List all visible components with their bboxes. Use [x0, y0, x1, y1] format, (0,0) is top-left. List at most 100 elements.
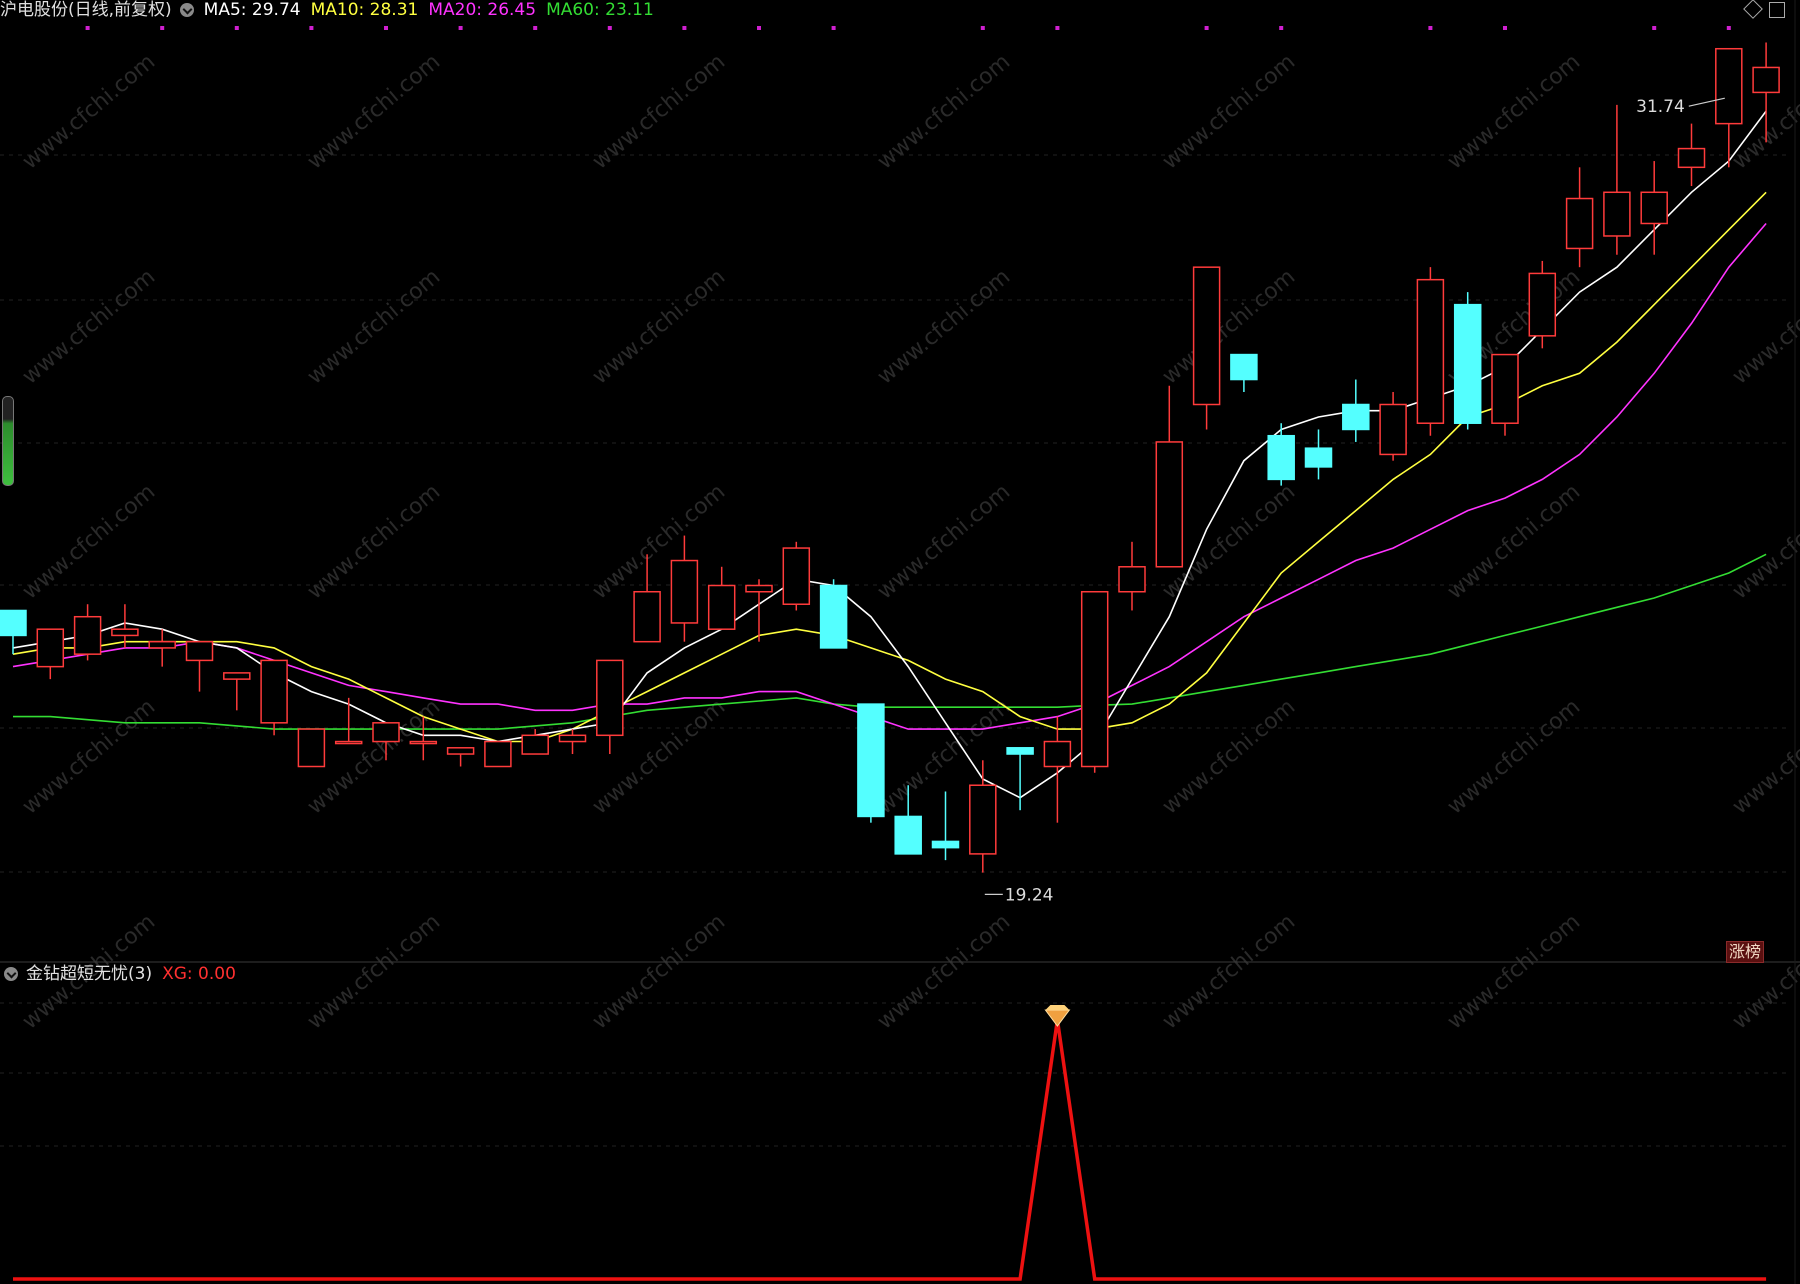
signal-dot — [980, 26, 985, 30]
indicator-panel — [13, 1005, 1767, 1281]
signal-dot — [1503, 26, 1507, 30]
candle — [1080, 590, 1109, 773]
candle-body-up — [1379, 403, 1407, 456]
candle-body-up — [111, 628, 139, 637]
signal-dot — [1428, 26, 1433, 30]
candle-body-down — [894, 815, 922, 855]
watermark-text: www.cfchi.com — [1443, 49, 1585, 174]
indicator-title: 金钻超短无忧(3) — [26, 964, 153, 984]
candle-body-up — [558, 734, 587, 743]
candle — [1416, 267, 1445, 436]
candle-body-up — [1528, 272, 1557, 337]
candle — [1155, 385, 1184, 568]
ma60-label: MA60: 23.11 — [546, 0, 654, 20]
watermark-text: www.cfchi.com — [873, 49, 1015, 174]
candle-body-up — [670, 559, 699, 624]
signal-dot — [458, 26, 463, 30]
watermark-text: www.cfchi.com — [1443, 694, 1585, 819]
candle — [297, 728, 326, 768]
candle-body-up — [633, 590, 661, 643]
candle — [36, 628, 65, 680]
candle-body-up — [297, 728, 326, 768]
signal-dot — [1279, 26, 1284, 30]
diamond-signal-icon — [1044, 1005, 1071, 1027]
candle-body-up — [484, 740, 512, 768]
signal-dot — [757, 26, 761, 30]
signal-dot — [831, 26, 836, 30]
candle-body-down — [819, 584, 848, 649]
candle — [857, 703, 885, 823]
candle — [1043, 716, 1072, 823]
candle-body-up — [446, 747, 475, 755]
candle — [334, 697, 363, 745]
candle — [260, 659, 288, 736]
candle-body-up — [707, 584, 736, 630]
candle-body-down — [857, 703, 885, 818]
signal-dot — [1726, 26, 1731, 30]
annotation-label: 19.24 — [1005, 885, 1054, 905]
candle-body-up — [1752, 66, 1780, 94]
candle-body-up — [596, 659, 624, 737]
xg-label: XG: 0.00 — [162, 964, 236, 984]
watermark-text: www.cfchi.com — [1158, 49, 1300, 174]
watermark-text: www.cfchi.com — [1728, 264, 1800, 389]
signal-dot — [607, 26, 612, 30]
ma20-label: MA20: 26.45 — [428, 0, 537, 20]
signal-dot — [682, 26, 687, 30]
watermark-text: www.cfchi.com — [1728, 479, 1800, 604]
candle-body-up — [1677, 147, 1706, 169]
watermark-text: www.cfchi.com — [1728, 694, 1800, 819]
candle-body-up — [969, 784, 997, 855]
watermark-text: www.cfchi.com — [18, 264, 160, 389]
vertical-scroll-indicator[interactable] — [2, 396, 14, 486]
settings-toggle-icon[interactable] — [179, 3, 194, 17]
candle-body-up — [782, 547, 811, 605]
candle-body-down — [1304, 447, 1333, 468]
candle — [1304, 429, 1333, 480]
signal-dot — [384, 26, 388, 30]
candle-body-up — [334, 740, 363, 745]
stock-chart: www.cfchi.com www.cfchi.com www.cfchi.com w… — [0, 0, 1800, 1284]
candle — [1006, 747, 1034, 811]
candle — [782, 541, 811, 611]
watermark-text: www.cfchi.com — [1728, 909, 1800, 1034]
grid-lines — [0, 0, 1800, 1284]
candle-body-up — [1118, 566, 1146, 593]
signal-dot — [1652, 26, 1657, 30]
xg-signal-line — [13, 1019, 1767, 1281]
window-toggle-icon[interactable] — [1769, 2, 1785, 18]
candle-body-down — [1342, 403, 1370, 431]
chart-title: 沪电股份(日线,前复权) — [0, 0, 172, 20]
candle-body-up — [185, 640, 214, 662]
watermark-text: www.cfchi.com — [873, 264, 1015, 389]
candle — [707, 566, 736, 630]
signal-dot — [234, 26, 239, 30]
candle-body-up — [223, 672, 251, 680]
candle — [1565, 167, 1594, 268]
candle-body-up — [372, 722, 400, 743]
candle-body-down — [1230, 353, 1258, 381]
candle — [148, 629, 176, 667]
candle — [521, 729, 549, 755]
signal-dot — [160, 26, 165, 30]
candle — [1677, 123, 1706, 187]
signal-dot — [309, 26, 314, 30]
candle-body-up — [1416, 278, 1445, 424]
candle — [1118, 541, 1146, 611]
candle — [1379, 392, 1407, 461]
watermark-text: www.cfchi.com — [1158, 264, 1300, 389]
ma20-line — [12, 222, 1767, 730]
candle-body-up — [73, 615, 102, 655]
candle-body-up — [36, 628, 65, 668]
signal-dot — [1204, 26, 1209, 30]
indicator-toggle-icon[interactable] — [4, 967, 18, 981]
candle-body-up — [521, 734, 549, 755]
rank-badge[interactable]: 涨榜 — [1726, 941, 1765, 963]
watermark-layer: www.cfchi.com www.cfchi.com www.cfchi.com w… — [18, 49, 1800, 1034]
watermark-text: www.cfchi.com — [18, 49, 160, 174]
candle — [819, 579, 848, 649]
candle — [0, 609, 27, 655]
watermark-text: www.cfchi.com — [303, 909, 445, 1034]
watermark-text: www.cfchi.com — [1158, 694, 1300, 819]
candle — [1603, 104, 1631, 255]
